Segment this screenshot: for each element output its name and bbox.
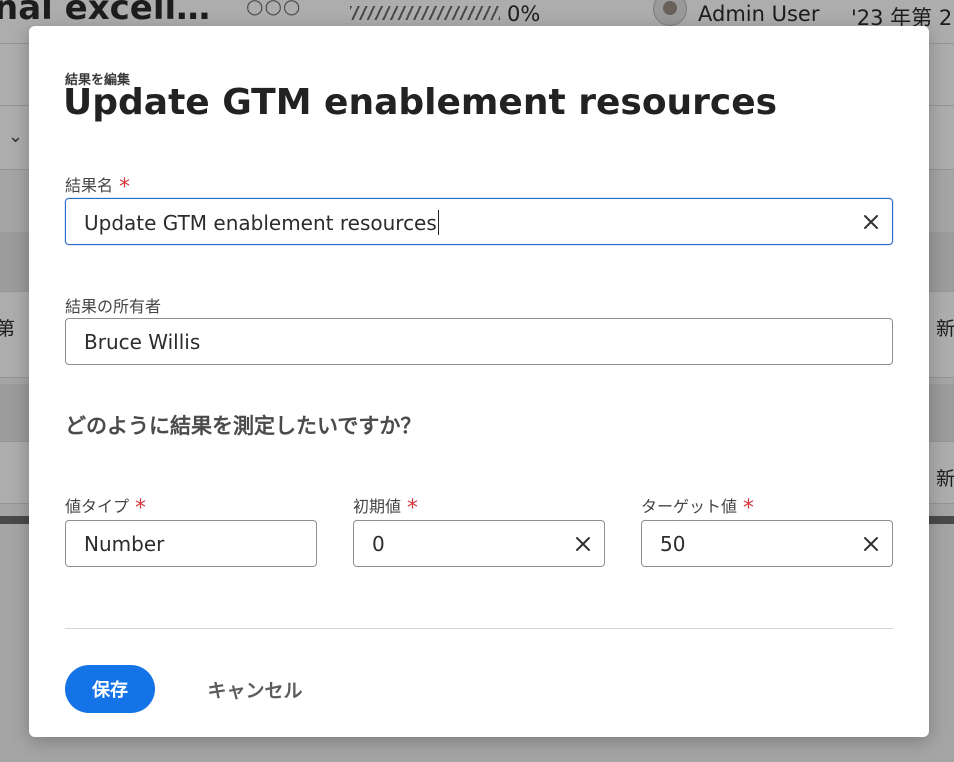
clear-icon[interactable] [860,211,882,233]
initial-value-value: 0 [372,532,385,556]
result-name-label: 結果名 * [65,172,131,200]
footer-divider [65,628,893,629]
required-asterisk: * [119,175,131,200]
clear-icon[interactable] [572,533,594,555]
result-name-label-text: 結果名 [65,176,114,195]
result-name-value-text: Update GTM enablement resources [84,211,437,235]
dialog-title: Update GTM enablement resources [63,82,778,123]
text-caret [437,210,439,235]
value-type-label-text: 値タイプ [65,497,130,516]
target-value-label: ターゲット値 * [641,493,755,521]
initial-value-field[interactable]: 0 [353,520,605,567]
required-asterisk: * [743,496,755,521]
target-value-label-text: ターゲット値 [641,497,738,516]
owner-field[interactable]: Bruce Willis [65,318,893,365]
save-button[interactable]: 保存 [65,665,155,713]
target-value-value: 50 [660,532,686,556]
owner-label: 結果の所有者 [65,297,162,316]
result-name-field[interactable]: Update GTM enablement resources [65,198,893,245]
edit-result-dialog: 結果を編集 Update GTM enablement resources 結果… [29,26,929,737]
result-name-value: Update GTM enablement resources [84,210,439,235]
value-type-value: Number [84,532,165,556]
cancel-button[interactable]: キャンセル [199,665,311,713]
owner-value: Bruce Willis [84,330,201,354]
target-value-field[interactable]: 50 [641,520,893,567]
value-type-label: 値タイプ * [65,493,147,521]
measure-question: どのように結果を測定したいですか？ [65,414,422,438]
required-asterisk: * [407,496,419,521]
initial-value-label: 初期値 * [353,493,419,521]
initial-value-label-text: 初期値 [353,497,402,516]
required-asterisk: * [135,496,147,521]
value-type-field[interactable]: Number [65,520,317,567]
clear-icon[interactable] [860,533,882,555]
